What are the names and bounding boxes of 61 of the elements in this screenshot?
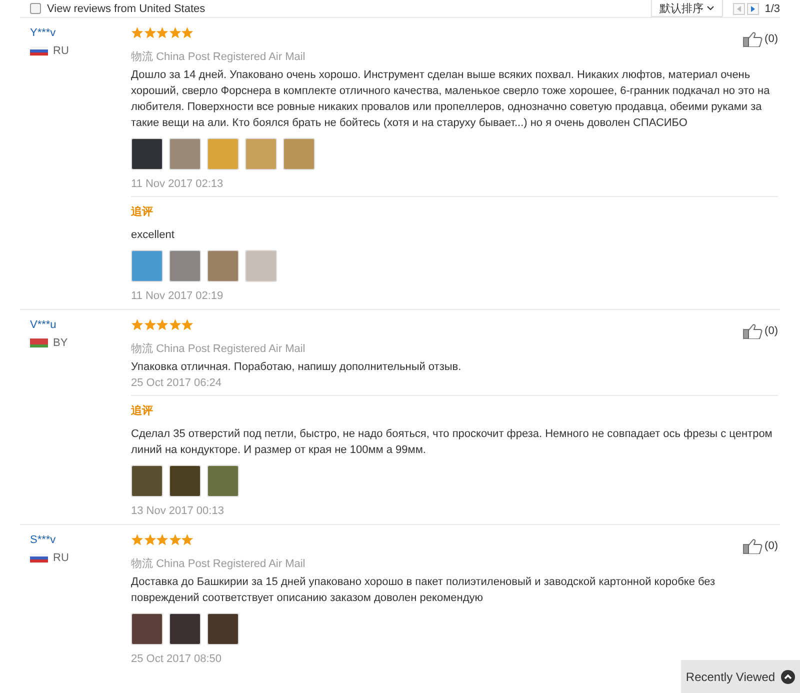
star-icon: [144, 27, 156, 39]
review-date: 25 Oct 2017 06:24: [131, 377, 223, 389]
thumbs-up-icon[interactable]: [742, 323, 763, 339]
reviewer-name[interactable]: V***u: [30, 319, 131, 331]
photo-placeholder[interactable]: [131, 613, 163, 645]
page-indicator: 1/3: [764, 2, 780, 14]
like-count: (0): [764, 325, 778, 337]
reviewer-name[interactable]: Y***v: [30, 27, 131, 39]
shipping-info: 物流 China Post Registered Air Mail: [131, 342, 306, 356]
photo-placeholder[interactable]: [131, 138, 163, 170]
star-icon: [181, 319, 194, 331]
star-icon: [144, 319, 156, 331]
triangle-right-icon: [750, 6, 755, 12]
photo-placeholder[interactable]: [207, 613, 239, 645]
country-code: BY: [53, 337, 68, 349]
caret-icon: [706, 6, 714, 10]
photo-placeholder[interactable]: [169, 613, 201, 645]
shipping-info: 物流 China Post Registered Air Mail: [131, 50, 306, 64]
star-icon: [131, 319, 144, 331]
review-text: Доставка до Башкирии за 15 дней упаковано хорошо в пакет полиэтиленовый и заводской картонной коробке без повреждений соответствует описанию заказом доволен рекомендую: [131, 575, 716, 606]
star-icon: [156, 27, 168, 39]
review-date: 11 Nov 2017 02:13: [131, 178, 224, 190]
chevron-up-icon: [781, 670, 796, 684]
star-icon: [131, 27, 144, 39]
follow-up-label: 追评: [131, 404, 154, 418]
follow-up-date: 13 Nov 2017 00:13: [131, 505, 225, 517]
flag-icon: [30, 553, 48, 563]
star-icon: [181, 27, 194, 39]
follow-up-date: 11 Nov 2017 02:19: [131, 290, 224, 302]
next-page-button[interactable]: [746, 2, 759, 14]
photo-placeholder[interactable]: [131, 465, 163, 497]
review-date: 25 Oct 2017 08:50: [131, 653, 223, 665]
flag-icon: [30, 338, 48, 348]
star-icon: [131, 534, 144, 546]
star-icon: [168, 27, 181, 39]
recently-viewed-button[interactable]: Recently Viewed: [681, 660, 800, 693]
follow-up-text: excellent: [131, 228, 176, 243]
follow-up-label: 追评: [131, 204, 154, 219]
star-icon: [168, 319, 181, 331]
thumbs-up-icon[interactable]: [742, 31, 763, 47]
review-text: Упаковка отличная. Поработаю, напишу дополнительный отзыв.: [131, 360, 462, 375]
star-icon: [144, 534, 156, 546]
country-code: RU: [53, 45, 69, 57]
filter-label: View reviews from United States: [47, 2, 206, 14]
sort-dropdown[interactable]: 默认排序: [650, 0, 723, 17]
triangle-left-icon: [736, 6, 741, 12]
like-count: (0): [764, 540, 778, 552]
star-icon: [156, 319, 168, 331]
review-text: Дошло за 14 дней. Упаковано очень хорошо. Инструмент сделан выше всяких похвал. Никаких люфтов, материал очень хороший, сверло Форснера в комплекте отличного качества, маленькое сверло тоже хорошее, 6-гранник подкачал но это на любителя. Поверхности все ровные никаких провалов или пропеллеров, однозначно советую продавца, обеими руками за такие вещи на али. Кто боялся брать не бойтесь (хотя и на старуху бывает...) но я очень доволен СПАСИБО: [131, 68, 771, 131]
shipping-info: 物流 China Post Registered Air Mail: [131, 556, 306, 571]
flag-icon: [30, 46, 48, 56]
like-count: (0): [764, 33, 778, 45]
star-icon: [168, 534, 181, 546]
star-icon: [156, 534, 168, 546]
checkbox[interactable]: [30, 3, 41, 14]
reviewer-name[interactable]: S***v: [30, 534, 131, 546]
follow-up-text: Сделал 35 отверстий под петли, быстро, не надо бояться, что проскочит фреза. Немного не совпадает ось фрезы с центром линий на кондукторе. И размер от края не 100мм а 99мм.: [131, 427, 774, 458]
thumbs-up-icon[interactable]: [742, 538, 763, 554]
photo-placeholder[interactable]: [169, 465, 201, 497]
country-code: RU: [53, 552, 69, 564]
star-icon: [181, 534, 194, 546]
